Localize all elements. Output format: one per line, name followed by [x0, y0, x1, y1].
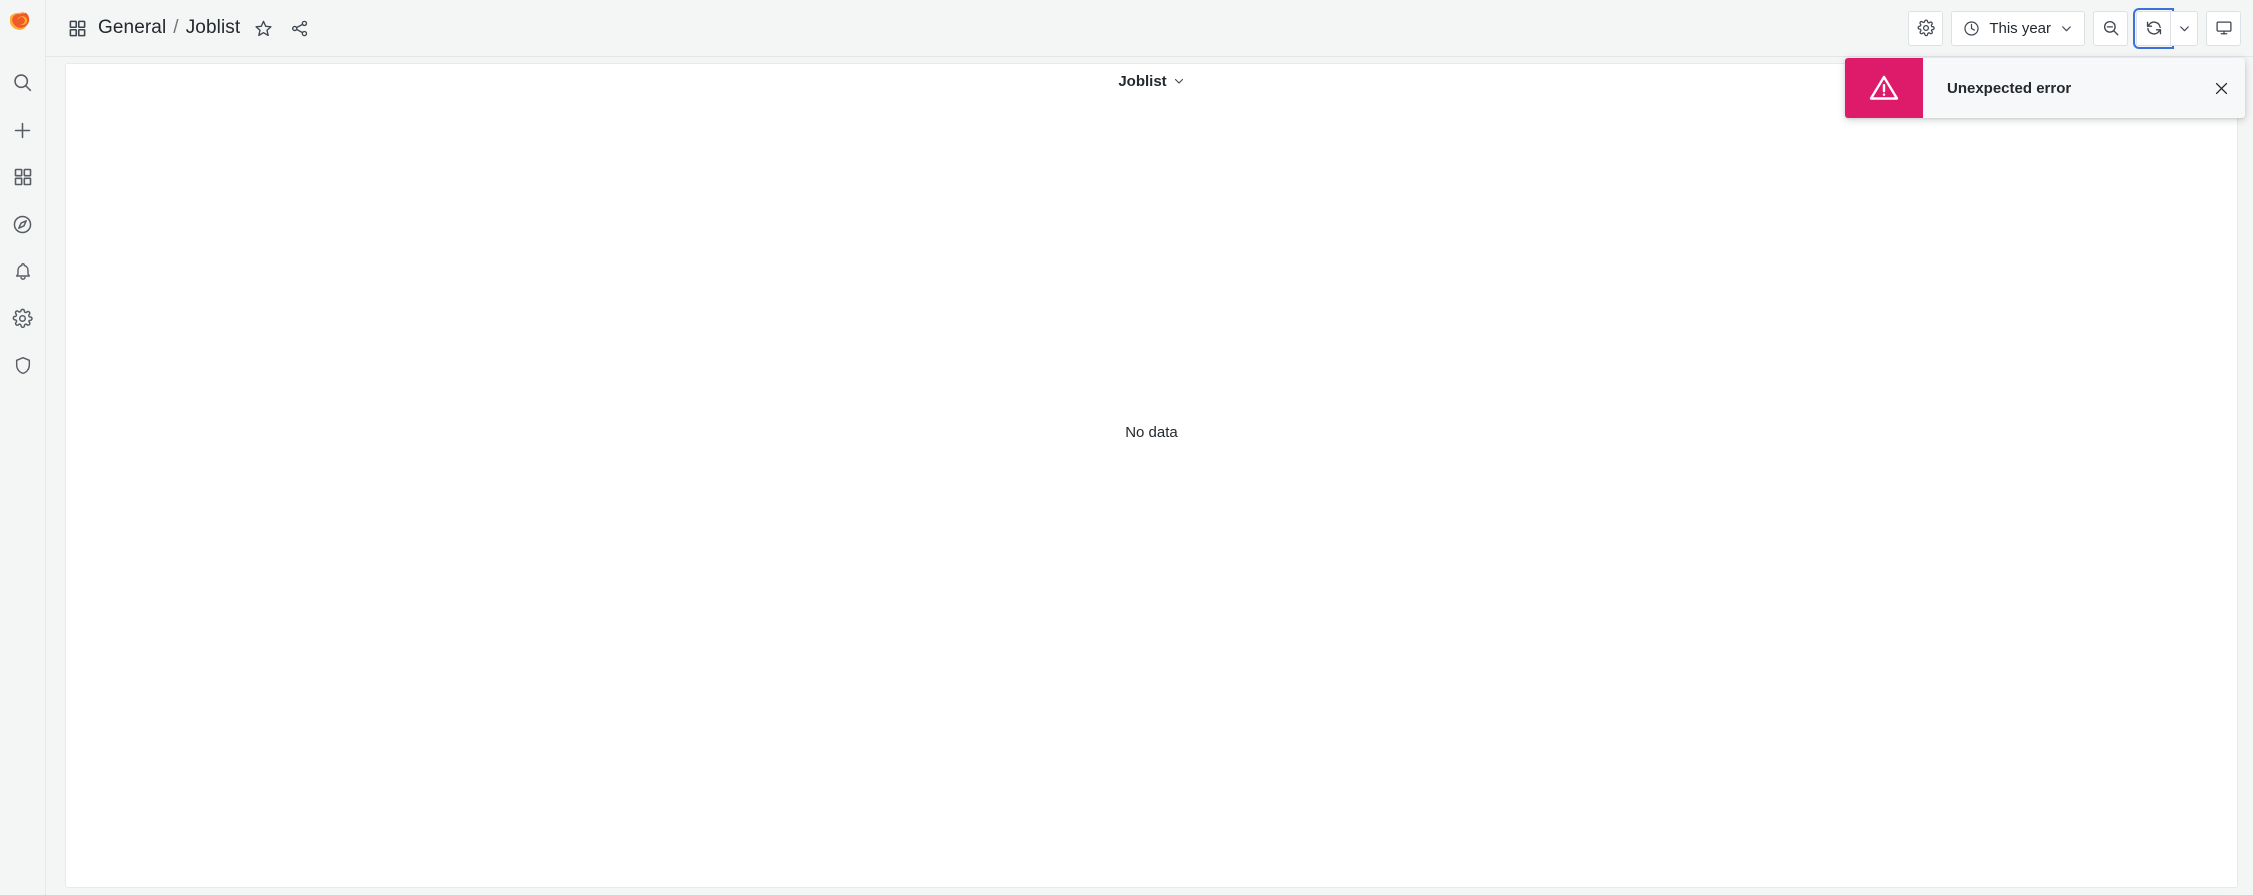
breadcrumb-dashboard[interactable]: Joblist [186, 17, 241, 39]
share-icon [291, 20, 307, 36]
plus-icon [14, 122, 31, 138]
time-range-label: This year [1989, 19, 2051, 37]
main-navigation-sidebar [0, 0, 46, 895]
sidebar-item-server-admin[interactable] [0, 348, 46, 382]
grafana-app: General / Joblist This year Joblist No d… [0, 0, 2253, 895]
grafana-logo[interactable] [0, 2, 46, 48]
chevron-down-icon [2062, 25, 2071, 31]
sidebar-item-create[interactable] [0, 113, 46, 147]
panel-empty-state: No data [1125, 424, 1178, 441]
kiosk-mode-button[interactable] [2206, 10, 2241, 46]
breadcrumb-dashboards-icon [68, 19, 87, 38]
toast-message: Unexpected error [1947, 79, 2072, 97]
gear-icon [1917, 19, 1935, 37]
close-icon [2215, 82, 2227, 94]
panel-content: No data [66, 98, 2237, 887]
sidebar-item-configuration[interactable] [0, 301, 46, 335]
breadcrumb: General / Joblist [68, 0, 312, 56]
refresh-control-group [2133, 7, 2198, 49]
error-toast: Unexpected error [1845, 58, 2245, 118]
refresh-dashboard-button[interactable] [2133, 7, 2174, 49]
star-icon [255, 20, 272, 36]
toast-severity-block [1845, 58, 1923, 118]
warning-triangle-icon [1869, 75, 1899, 100]
panel-title[interactable]: Joblist [1118, 73, 1166, 90]
sidebar-item-explore[interactable] [0, 207, 46, 241]
chevron-down-icon[interactable] [1173, 75, 1185, 87]
share-dashboard-button[interactable] [286, 15, 312, 41]
gear-icon [12, 308, 33, 328]
breadcrumb-folder[interactable]: General [98, 17, 166, 39]
favorite-star-button[interactable] [250, 15, 276, 41]
toast-close-button[interactable] [2197, 58, 2245, 118]
sidebar-item-search[interactable] [0, 65, 46, 99]
grafana-logo-icon [9, 12, 29, 31]
time-range-picker[interactable]: This year [1951, 10, 2085, 46]
zoom-out-time-button[interactable] [2093, 10, 2128, 46]
compass-icon [13, 215, 32, 233]
clock-icon [1964, 20, 1979, 36]
dashboard-toolbar: This year [1908, 7, 2241, 49]
dashboard-canvas: Joblist No data [46, 57, 2253, 895]
dashboards-grid-icon [14, 168, 31, 186]
sidebar-item-dashboards[interactable] [0, 160, 46, 194]
search-icon [14, 73, 32, 91]
monitor-icon [2215, 21, 2232, 35]
refresh-icon [2146, 21, 2161, 35]
panel-joblist: Joblist No data [65, 63, 2238, 888]
zoom-out-icon [2103, 20, 2118, 36]
refresh-interval-dropdown[interactable] [2170, 10, 2198, 46]
dashboards-grid-icon [69, 20, 86, 36]
bell-icon [15, 262, 30, 280]
breadcrumb-separator: / [173, 17, 179, 38]
dashboard-settings-button[interactable] [1908, 10, 1944, 46]
chevron-down-icon [2179, 25, 2189, 31]
dashboard-header: General / Joblist This year [46, 0, 2253, 57]
shield-icon [15, 356, 30, 374]
sidebar-item-alerting[interactable] [0, 254, 46, 288]
